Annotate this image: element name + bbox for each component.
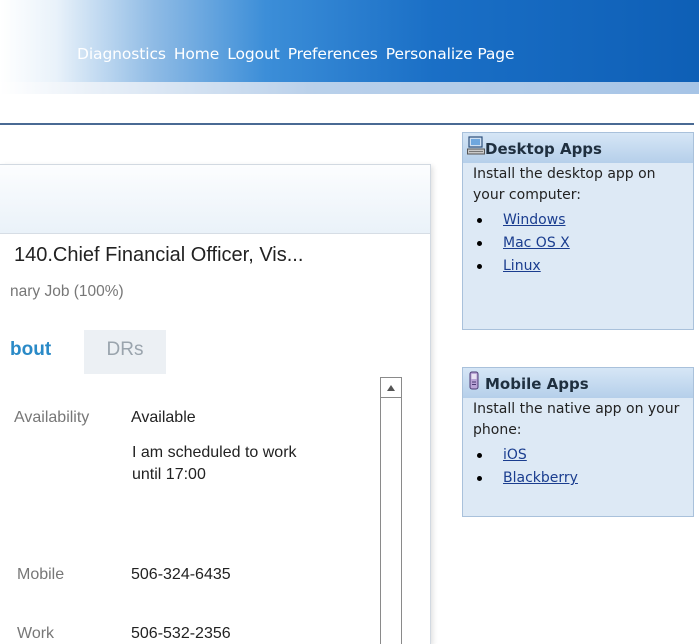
work-label: Work xyxy=(17,625,55,642)
mobile-apps-links: iOS Blackberry xyxy=(463,444,693,490)
blackberry-link[interactable]: Blackberry xyxy=(503,470,578,486)
list-item: Windows xyxy=(477,209,693,232)
desktop-apps-links: Windows Mac OS X Linux xyxy=(463,209,693,278)
job-assignment-subtitle: nary Job (100%) xyxy=(10,283,124,300)
tab-about[interactable]: bout xyxy=(0,330,84,374)
profile-card-header xyxy=(0,165,430,234)
nav-personalize-page-link[interactable]: Personalize Page xyxy=(386,45,515,63)
arrow-up-icon xyxy=(387,384,395,391)
vertical-scrollbar[interactable] xyxy=(380,377,402,644)
mobile-label: Mobile xyxy=(17,566,65,583)
tab-direct-reports[interactable]: DRs xyxy=(84,330,166,374)
list-item: iOS xyxy=(477,444,693,467)
schedule-note: I am scheduled to work until 17:00 xyxy=(132,444,297,483)
position-title: 140.Chief Financial Officer, Vis... xyxy=(14,244,304,266)
computer-icon xyxy=(467,136,485,160)
nav-preferences-link[interactable]: Preferences xyxy=(288,45,378,63)
desktop-apps-header: Desktop Apps xyxy=(463,133,693,163)
ios-link[interactable]: iOS xyxy=(503,447,527,463)
profile-card: 140.Chief Financial Officer, Vis... nary… xyxy=(0,164,431,644)
linux-link[interactable]: Linux xyxy=(503,258,541,274)
mobile-apps-box: Mobile Apps Install the native app on yo… xyxy=(462,367,694,517)
windows-link[interactable]: Windows xyxy=(503,212,566,228)
banner-spacer xyxy=(0,94,699,124)
availability-value: Available xyxy=(131,409,196,426)
work-phone-value: 506-532-2356 xyxy=(131,625,231,642)
global-nav: Diagnostics Home Logout Preferences Pers… xyxy=(77,45,515,63)
list-item: Mac OS X xyxy=(477,232,693,255)
desktop-apps-title: Desktop Apps xyxy=(485,140,602,158)
desktop-apps-description: Install the desktop app on your computer… xyxy=(473,166,656,203)
header-divider xyxy=(0,123,694,125)
mobile-phone-icon xyxy=(467,371,481,395)
nav-logout-link[interactable]: Logout xyxy=(227,45,280,63)
list-item: Blackberry xyxy=(477,467,693,490)
nav-home-link[interactable]: Home xyxy=(174,45,219,63)
scroll-up-button[interactable] xyxy=(381,378,401,398)
list-item: Linux xyxy=(477,255,693,278)
mobile-apps-title: Mobile Apps xyxy=(485,375,589,393)
banner-lower-band xyxy=(0,82,699,94)
mac-os-x-link[interactable]: Mac OS X xyxy=(503,235,570,251)
mobile-apps-header: Mobile Apps xyxy=(463,368,693,398)
mobile-phone-value: 506-324-6435 xyxy=(131,566,231,583)
desktop-apps-box: Desktop Apps Install the desktop app on … xyxy=(462,132,694,330)
mobile-apps-description: Install the native app on your phone: xyxy=(473,401,680,438)
availability-label: Availability xyxy=(14,409,90,426)
nav-diagnostics-link[interactable]: Diagnostics xyxy=(77,45,166,63)
